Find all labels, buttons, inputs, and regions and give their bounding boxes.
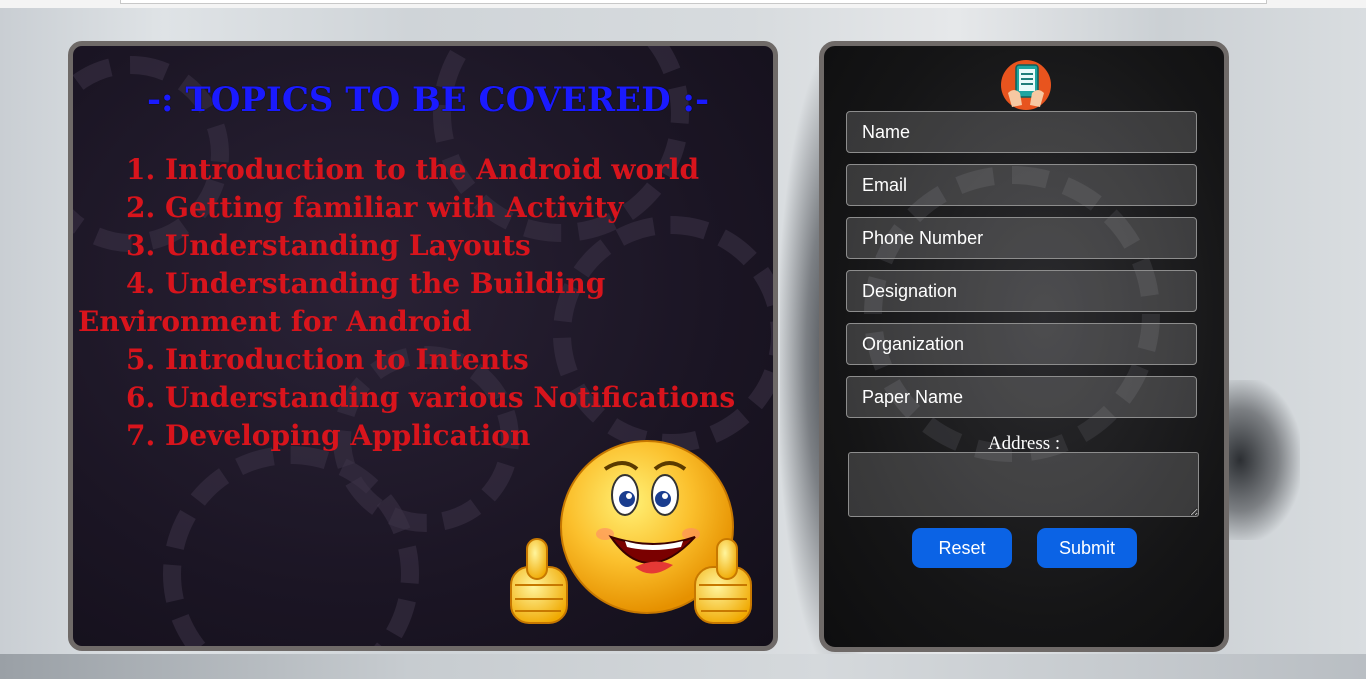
- registration-form-panel: Address : Reset Submit: [819, 41, 1229, 652]
- reset-button[interactable]: Reset: [912, 528, 1012, 568]
- email-input[interactable]: [846, 164, 1197, 206]
- topics-panel: -: Topics to be covered :- 1. Introducti…: [68, 41, 778, 651]
- phone-input[interactable]: [846, 217, 1197, 259]
- submit-button[interactable]: Submit: [1037, 528, 1137, 568]
- topics-list: 1. Introduction to the Android world 2. …: [78, 151, 768, 455]
- phone-in-hand-icon: [1001, 60, 1051, 110]
- designation-input[interactable]: [846, 270, 1197, 312]
- topics-title: -: Topics to be covered :-: [146, 80, 710, 120]
- topic-item: 5. Introduction to Intents: [126, 343, 529, 376]
- topic-item: 3. Understanding Layouts: [126, 229, 531, 262]
- name-input[interactable]: [846, 111, 1197, 153]
- address-textarea[interactable]: [848, 452, 1199, 517]
- organization-input[interactable]: [846, 323, 1197, 365]
- topic-item: 2. Getting familiar with Activity: [126, 191, 624, 224]
- background-bottom: [0, 654, 1366, 679]
- thumbs-up-smiley-icon: [510, 440, 752, 624]
- paper-name-input[interactable]: [846, 376, 1197, 418]
- browser-top-strip: [0, 0, 1366, 8]
- topic-item: 1. Introduction to the Android world: [126, 153, 700, 186]
- address-bar-edge: [120, 0, 1267, 4]
- topic-item: 4. Understanding the Building Environmen…: [78, 267, 606, 338]
- topic-item: 6. Understanding various Notifications: [126, 381, 736, 414]
